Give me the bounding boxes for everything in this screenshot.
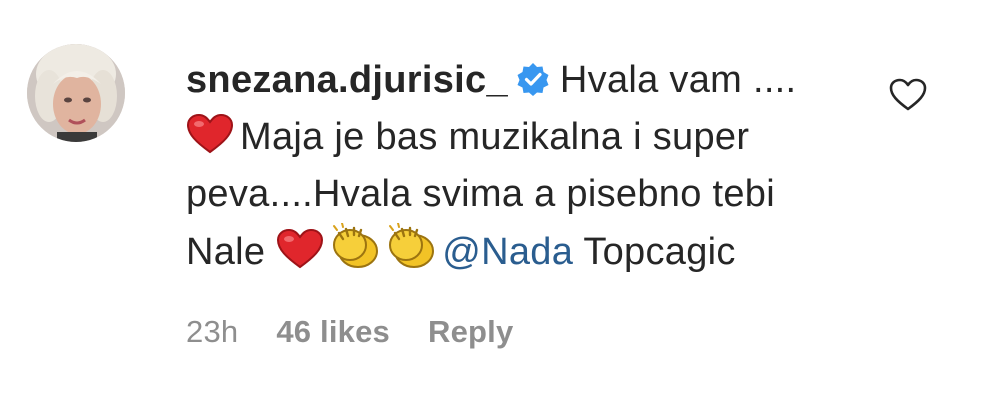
red-heart-emoji	[276, 229, 324, 269]
reply-button[interactable]: Reply	[428, 314, 513, 349]
heart-outline-icon	[889, 78, 927, 111]
clapping-hands-emoji	[330, 223, 380, 269]
mention-link[interactable]: @Nada	[442, 231, 573, 273]
likes-count[interactable]: 46 likes	[276, 314, 390, 349]
red-heart-emoji	[186, 114, 234, 154]
profile-photo	[27, 44, 125, 142]
username-link[interactable]: snezana.djurisic_	[186, 59, 508, 101]
comment-meta: 23h 46 likes Reply	[186, 314, 551, 350]
comment: snezana.djurisic_ Hvala vam .... Maja je…	[0, 0, 1000, 418]
comment-text-part1: Hvala vam ....	[559, 59, 797, 101]
comment-body: snezana.djurisic_ Hvala vam .... Maja je…	[186, 52, 846, 281]
comment-text-part3: Topcagic	[583, 231, 736, 273]
avatar[interactable]	[27, 44, 125, 142]
timestamp[interactable]: 23h	[186, 314, 238, 349]
clapping-hands-emoji	[386, 223, 436, 269]
verified-badge-icon	[516, 62, 550, 96]
like-button[interactable]	[888, 75, 928, 115]
